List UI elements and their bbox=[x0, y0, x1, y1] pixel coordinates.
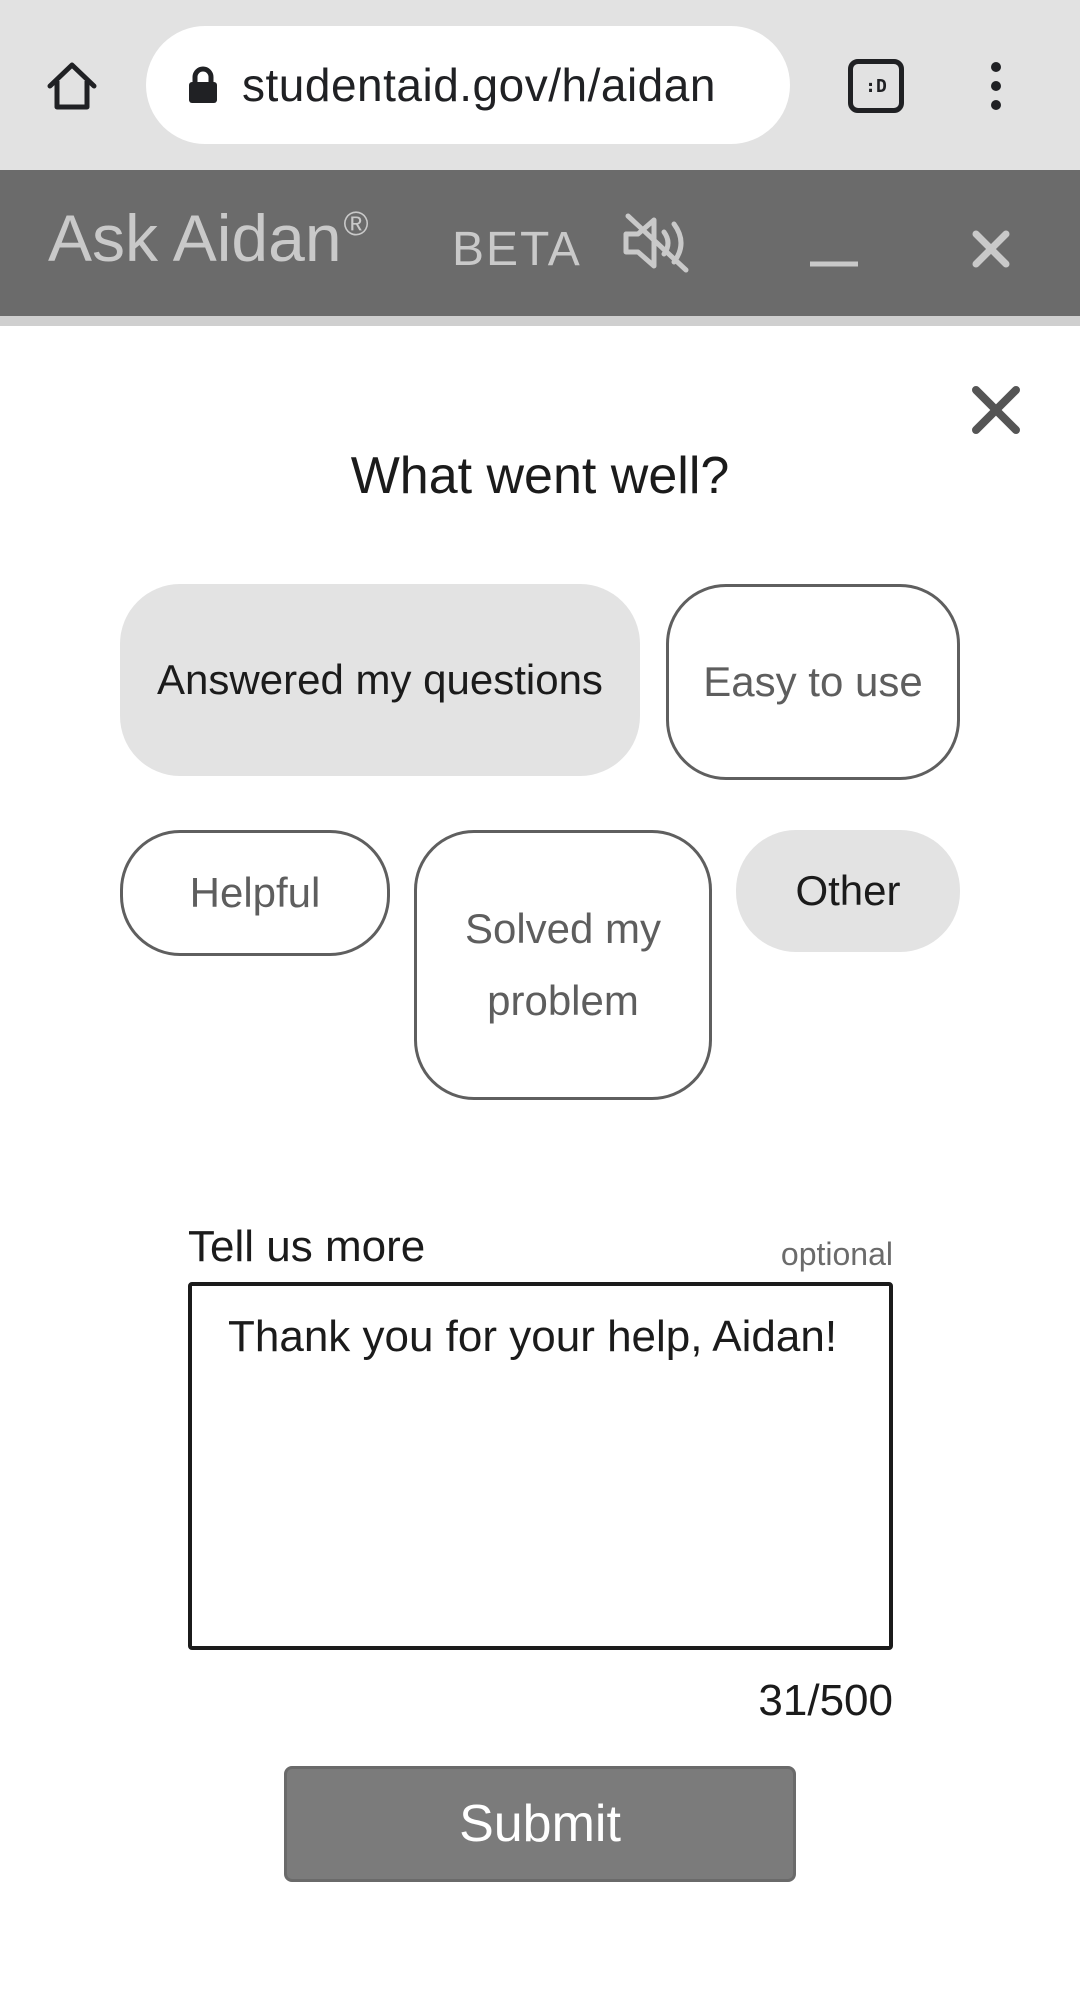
tab-switcher-icon: :D bbox=[848, 59, 904, 113]
character-counter: 31/500 bbox=[758, 1676, 893, 1725]
feedback-close-icon[interactable] bbox=[966, 380, 1026, 440]
browser-toolbar: studentaid.gov/h/aidan :D bbox=[0, 0, 1080, 170]
menu-dot bbox=[991, 81, 1001, 91]
lock-icon bbox=[186, 65, 220, 105]
comment-textarea[interactable]: Thank you for your help, Aidan! bbox=[188, 1282, 893, 1650]
url-text: studentaid.gov/h/aidan bbox=[242, 59, 716, 111]
overflow-menu-icon[interactable] bbox=[966, 50, 1026, 122]
comment-label: Tell us more bbox=[188, 1222, 426, 1271]
chip-solved-my-problem[interactable]: Solved my problem bbox=[414, 830, 712, 1100]
optional-hint: optional bbox=[780, 1236, 893, 1272]
chip-easy-to-use[interactable]: Easy to use bbox=[666, 584, 960, 780]
minimize-icon[interactable] bbox=[808, 230, 860, 270]
feedback-question: What went well? bbox=[350, 447, 730, 505]
home-icon bbox=[47, 62, 97, 110]
sound-off-icon[interactable] bbox=[620, 210, 696, 276]
submit-button[interactable]: Submit bbox=[284, 1766, 796, 1882]
chat-title: Ask Aidan® bbox=[48, 200, 369, 276]
chip-helpful[interactable]: Helpful bbox=[120, 830, 390, 956]
beta-badge: BETA bbox=[452, 223, 582, 276]
registered-mark: ® bbox=[343, 205, 369, 243]
menu-dot bbox=[991, 62, 1001, 72]
close-icon[interactable] bbox=[966, 224, 1016, 274]
chat-title-text: Ask Aidan bbox=[48, 201, 342, 275]
home-button[interactable] bbox=[36, 50, 108, 122]
address-bar[interactable]: studentaid.gov/h/aidan bbox=[146, 26, 790, 144]
menu-dot bbox=[991, 100, 1001, 110]
chip-answered-my-questions[interactable]: Answered my questions bbox=[120, 584, 640, 776]
tab-switcher-button[interactable]: :D bbox=[846, 58, 906, 114]
chip-other[interactable]: Other bbox=[736, 830, 960, 952]
chat-header: Ask Aidan® BETA bbox=[0, 170, 1080, 320]
header-divider bbox=[0, 316, 1080, 326]
